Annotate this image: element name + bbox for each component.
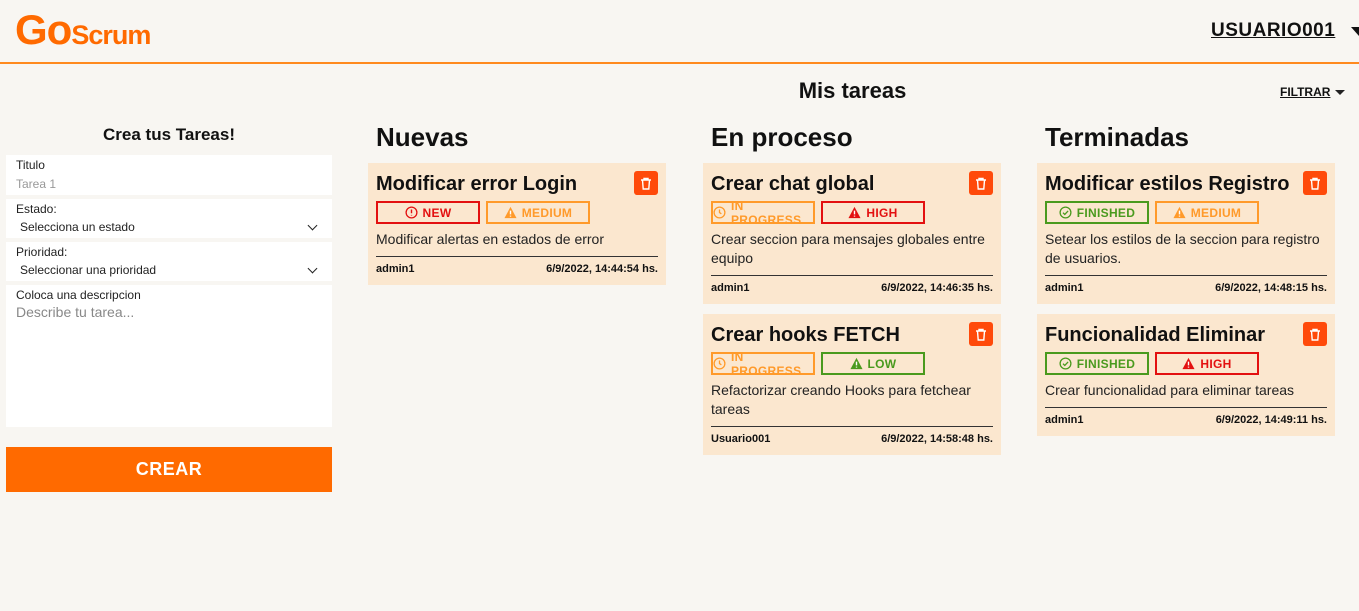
- task-date: 6/9/2022, 14:58:48 hs.: [881, 433, 993, 445]
- status-in-progress-badge[interactable]: IN PROGRESS: [711, 350, 815, 378]
- page-title: Mis tareas: [798, 78, 907, 103]
- task-title: Modificar error Login: [376, 173, 578, 195]
- description-textarea[interactable]: Describe tu tarea...: [16, 304, 322, 320]
- warning-icon: [1182, 357, 1195, 370]
- warning-icon: [504, 206, 517, 219]
- task-meta: admin1 6/9/2022, 14:46:35 hs.: [711, 282, 993, 294]
- alert-circle-icon: [405, 206, 418, 219]
- task-description: Setear los estilos de la seccion para re…: [1045, 231, 1320, 266]
- task-description: Crear seccion para mensajes globales ent…: [711, 231, 985, 266]
- priority-medium-badge[interactable]: MEDIUM: [1155, 201, 1259, 224]
- warning-icon: [848, 206, 861, 219]
- task-author: Usuario001: [711, 433, 771, 445]
- column-title: Nuevas: [376, 122, 469, 152]
- divider: [711, 426, 993, 427]
- app-header: GoScrum USUARIO001: [0, 0, 1359, 64]
- task-meta: admin1 6/9/2022, 14:48:15 hs.: [1045, 282, 1327, 294]
- priority-low-badge[interactable]: LOW: [821, 352, 925, 375]
- status-new-badge[interactable]: NEW: [376, 201, 480, 224]
- trash-icon[interactable]: [640, 177, 652, 190]
- task-card: Crear chat global IN PROGRESS HIGH Crear se…: [703, 163, 1001, 304]
- task-meta: admin1 6/9/2022, 14:49:11 hs.: [1045, 414, 1327, 426]
- priority-label: Prioridad:: [16, 245, 68, 259]
- caret-down-icon[interactable]: [1351, 26, 1359, 36]
- task-date: 6/9/2022, 14:48:15 hs.: [1215, 282, 1327, 294]
- form-title: Crea tus Tareas!: [103, 125, 235, 144]
- task-description: Refactorizar creando Hooks para fetchear…: [711, 382, 971, 417]
- check-circle-icon: [1059, 357, 1072, 370]
- status-in-progress-badge[interactable]: IN PROGRESS: [711, 199, 815, 227]
- description-field[interactable]: Coloca una descripcion Describe tu tarea…: [6, 285, 332, 427]
- filter-toggle[interactable]: FILTRAR: [1280, 85, 1346, 99]
- task-card: Modificar estilos Registro FINISHED MEDIUM…: [1037, 163, 1335, 304]
- task-meta: Usuario001 6/9/2022, 14:58:48 hs.: [711, 433, 993, 445]
- divider: [711, 275, 993, 276]
- warning-icon: [1173, 206, 1186, 219]
- divider: [1045, 407, 1327, 408]
- user-menu[interactable]: USUARIO001: [1211, 20, 1359, 42]
- column-2: Terminadas Modificar estilos Registro FINI…: [1037, 122, 1335, 446]
- delete-button[interactable]: [969, 171, 993, 195]
- task-date: 6/9/2022, 14:49:11 hs.: [1215, 414, 1327, 426]
- chevron-down-icon: [307, 220, 318, 230]
- column-title: Terminadas: [1045, 122, 1190, 152]
- divider: [1045, 275, 1327, 276]
- task-date: 6/9/2022, 14:46:35 hs.: [881, 282, 993, 294]
- create-task-form: Crea tus Tareas! Titulo Tarea 1 Estado: …: [6, 125, 332, 492]
- priority-medium-badge[interactable]: MEDIUM: [486, 201, 590, 224]
- status-finished-badge[interactable]: FINISHED: [1045, 201, 1149, 224]
- delete-button[interactable]: [1303, 322, 1327, 346]
- description-label: Coloca una descripcion: [16, 288, 141, 302]
- delete-button[interactable]: [969, 322, 993, 346]
- column-title: En proceso: [711, 122, 853, 152]
- delete-button[interactable]: [1303, 171, 1327, 195]
- task-title: Funcionalidad Eliminar: [1045, 324, 1266, 346]
- column-1: En proceso Crear chat global IN PROGRESS HI…: [703, 122, 1001, 465]
- chevron-down-icon: [307, 263, 318, 273]
- task-description: Crear funcionalidad para eliminar tareas: [1045, 382, 1295, 398]
- priority-select[interactable]: Seleccionar una prioridad: [16, 263, 322, 277]
- task-title: Modificar estilos Registro: [1045, 173, 1290, 195]
- goscrum-logo[interactable]: GoScrum: [15, 8, 151, 57]
- divider: [376, 256, 658, 257]
- title-field[interactable]: Titulo Tarea 1: [6, 155, 332, 195]
- task-date: 6/9/2022, 14:44:54 hs.: [546, 263, 658, 275]
- caret-down-icon[interactable]: [1335, 89, 1346, 95]
- create-button[interactable]: CREAR: [6, 447, 332, 492]
- trash-icon[interactable]: [1309, 177, 1321, 190]
- trash-icon[interactable]: [975, 177, 987, 190]
- task-card: Modificar error Login NEW MEDIUM Modificar …: [368, 163, 666, 285]
- clock-icon: [713, 357, 726, 370]
- task-meta: admin1 6/9/2022, 14:44:54 hs.: [376, 263, 658, 275]
- status-select[interactable]: Selecciona un estado: [16, 220, 322, 234]
- check-circle-icon: [1059, 206, 1072, 219]
- status-label: Estado:: [16, 202, 57, 216]
- filter-label[interactable]: FILTRAR: [1280, 85, 1330, 99]
- task-title: Crear chat global: [711, 173, 875, 195]
- task-card: Funcionalidad Eliminar FINISHED HIGH Crear …: [1037, 314, 1335, 436]
- title-label: Titulo: [16, 158, 45, 172]
- task-author: admin1: [711, 282, 750, 294]
- task-title: Crear hooks FETCH: [711, 324, 900, 346]
- priority-high-badge[interactable]: HIGH: [1155, 352, 1259, 375]
- status-finished-badge[interactable]: FINISHED: [1045, 352, 1149, 375]
- clock-icon: [713, 206, 726, 219]
- trash-icon[interactable]: [1309, 328, 1321, 341]
- task-author: admin1: [1045, 414, 1084, 426]
- delete-button[interactable]: [634, 171, 658, 195]
- title-input[interactable]: Tarea 1: [16, 177, 322, 191]
- task-author: admin1: [376, 263, 415, 275]
- task-card: Crear hooks FETCH IN PROGRESS LOW Refactori…: [703, 314, 1001, 455]
- username-label[interactable]: USUARIO001: [1211, 20, 1335, 42]
- priority-field[interactable]: Prioridad: Seleccionar una prioridad: [6, 242, 332, 281]
- warning-icon: [850, 357, 863, 370]
- trash-icon[interactable]: [975, 328, 987, 341]
- status-field[interactable]: Estado: Selecciona un estado: [6, 199, 332, 238]
- column-0: Nuevas Modificar error Login NEW MEDIUM Modi…: [368, 122, 666, 295]
- task-description: Modificar alertas en estados de error: [376, 231, 604, 247]
- priority-high-badge[interactable]: HIGH: [821, 201, 925, 224]
- task-author: admin1: [1045, 282, 1084, 294]
